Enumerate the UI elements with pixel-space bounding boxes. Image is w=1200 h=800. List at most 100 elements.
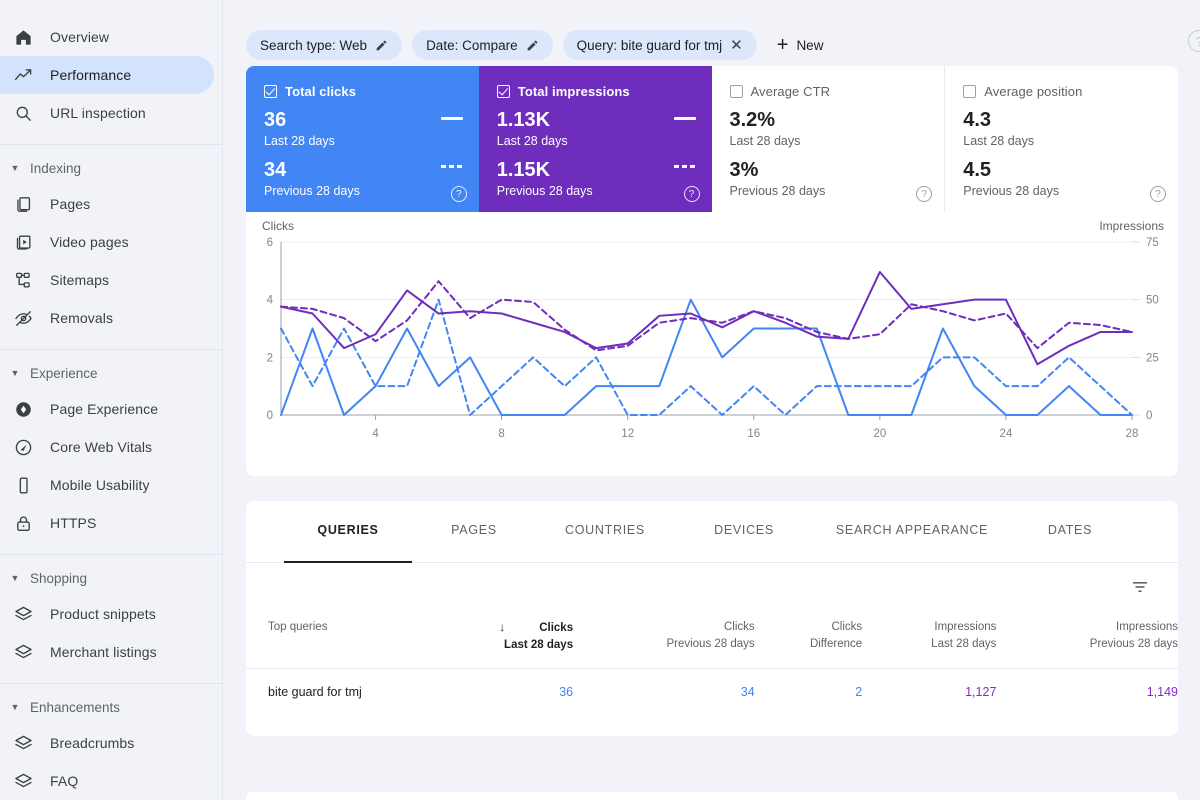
column-header-0[interactable]: Top queries (246, 611, 421, 669)
eye-off-icon (10, 309, 36, 328)
metric-checkbox[interactable] (729, 85, 743, 98)
close-icon[interactable]: ✕ (730, 38, 743, 53)
column-header-5[interactable]: Impressions Previous 28 days (996, 611, 1178, 669)
cell-clicks-last[interactable]: 36 (421, 668, 574, 716)
column-header-line1: Clicks (724, 621, 755, 633)
help-circle-icon[interactable]: ? (916, 186, 933, 202)
dimension-tabs: QUERIES PAGES COUNTRIES DEVICES SEARCH APPEA… (246, 501, 1178, 563)
metric-current-row: 36 Last 28 days (264, 99, 463, 149)
sidebar-group-label: Enhancements (30, 699, 121, 715)
metric-checkbox[interactable] (264, 85, 277, 98)
performance-chart[interactable]: Clicks Impressions024602550754 8 12 16 20 24 28 (246, 212, 1178, 476)
svg-text:4: 4 (372, 428, 379, 440)
column-header-1[interactable]: ↓ Clicks Last 28 days (421, 611, 573, 669)
help-circle-icon[interactable]: ? (1150, 186, 1166, 202)
metric-previous-row: 34 Previous 28 days (264, 149, 463, 199)
cell-query: bite guard for tmj (246, 668, 421, 716)
metric-checkbox[interactable] (496, 85, 510, 98)
metric-title: Average position (984, 84, 1083, 99)
sidebar-item-label: Core Web Vitals (50, 439, 153, 455)
filter-chip-2[interactable]: Query: bite guard for tmj ✕ (562, 30, 757, 60)
next-card-peek (246, 792, 1178, 800)
metric-card-average-position[interactable]: Average position 4.3 Last 28 days 4.5 Pr… (945, 66, 1178, 212)
column-header-line2: Last 28 days (931, 638, 997, 650)
filter-list-icon[interactable] (1130, 577, 1150, 602)
table-filter-row (246, 563, 1178, 611)
filter-chip-1[interactable]: Date: Compare (412, 30, 553, 60)
sidebar-item-breadcrumbs[interactable]: Breadcrumbs (0, 724, 214, 762)
svg-text:24: 24 (1000, 428, 1013, 440)
svg-text:50: 50 (1146, 295, 1159, 307)
cell-clicks-prev[interactable]: 34 (573, 668, 755, 716)
column-header-3[interactable]: Clicks Difference (755, 611, 862, 669)
sidebar-item-core-web-vitals[interactable]: Core Web Vitals (0, 428, 214, 466)
solid-line-marker (440, 117, 463, 120)
chevron-down-icon: ▼ (10, 162, 20, 173)
svg-text:16: 16 (747, 428, 760, 440)
cell-impressions-prev[interactable]: 1,149 (996, 668, 1178, 716)
metric-previous: 4.5 Previous 28 days (963, 149, 1059, 199)
chevron-down-icon: ▼ (10, 572, 20, 583)
help-circle-icon[interactable]: ? (450, 186, 467, 202)
sidebar-item-overview[interactable]: Overview (0, 18, 214, 56)
sidebar-item-sitemaps[interactable]: Sitemaps (0, 261, 214, 299)
help-circle-icon[interactable]: ? (683, 186, 700, 202)
metric-current-row: 1.13K Last 28 days (497, 99, 696, 149)
sidebar-item-merchant-listings[interactable]: Merchant listings (0, 633, 214, 671)
lock-icon (10, 514, 36, 533)
pencil-icon[interactable] (526, 39, 539, 52)
metric-card-total-impressions[interactable]: Total impressions 1.13K Last 28 days 1.1… (478, 66, 712, 212)
column-header-line1: Clicks (539, 622, 574, 634)
column-header-line2: Previous 28 days (666, 638, 755, 650)
cell-clicks-diff[interactable]: 2 (754, 668, 863, 716)
cell-impressions-last[interactable]: 1,127 (862, 668, 997, 716)
tab-devices[interactable]: DEVICES (674, 501, 814, 563)
dashed-line-marker (440, 165, 463, 168)
sidebar-item-mobile-usability[interactable]: Mobile Usability (0, 466, 214, 504)
sidebar-item-pages[interactable]: Pages (0, 185, 214, 223)
table-row[interactable]: bite guard for tmj 36 34 2 1,127 1,149 (246, 668, 1178, 716)
metric-card-average-ctr[interactable]: Average CTR 3.2% Last 28 days 3% Previou… (712, 66, 946, 212)
sidebar-group-shopping[interactable]: ▼ Shopping (0, 563, 222, 593)
tab-label: SEARCH APPEARANCE (835, 523, 989, 537)
metric-checkbox[interactable] (963, 85, 977, 98)
tab-pages[interactable]: PAGES (412, 501, 536, 563)
svg-text:Impressions: Impressions (1099, 219, 1164, 233)
column-header-4[interactable]: Impressions Last 28 days (862, 611, 996, 669)
sidebar-group-enhancements[interactable]: ▼ Enhancements (0, 692, 222, 722)
arrow-down-icon: ↓ (499, 620, 506, 634)
column-header-2[interactable]: Clicks Previous 28 days (573, 611, 755, 669)
search-icon (10, 104, 36, 123)
new-filter-button[interactable]: + New (767, 30, 832, 60)
metric-current-period: Last 28 days (729, 134, 801, 148)
pencil-icon[interactable] (375, 39, 388, 52)
new-filter-label: New (796, 37, 824, 53)
tab-search-appearance[interactable]: SEARCH APPEARANCE (814, 501, 1010, 563)
tab-label: DEVICES (714, 523, 774, 537)
sidebar-divider (0, 683, 222, 684)
tab-queries[interactable]: QUERIES (284, 501, 412, 563)
sidebar-group-indexing[interactable]: ▼ Indexing (0, 153, 222, 183)
sidebar-item-label: HTTPS (50, 515, 97, 531)
sidebar-item-performance[interactable]: Performance (0, 56, 214, 94)
sidebar-item-faq[interactable]: FAQ (0, 762, 214, 800)
sidebar-item-removals[interactable]: Removals (0, 299, 214, 337)
tab-countries[interactable]: COUNTRIES (536, 501, 674, 563)
svg-text:75: 75 (1146, 237, 1159, 249)
sidebar-item-product-snippets[interactable]: Product snippets (0, 595, 214, 633)
sidebar-item-https[interactable]: HTTPS (0, 504, 214, 542)
filter-chip-0[interactable]: Search type: Web (246, 30, 403, 60)
metric-header: Total impressions (496, 84, 696, 99)
tab-dates[interactable]: DATES (1010, 501, 1130, 563)
column-header-line1: Top queries (268, 621, 328, 633)
sidebar-item-video-pages[interactable]: Video pages (0, 223, 214, 261)
metric-previous-period: Previous 28 days (264, 184, 360, 198)
tab-label: DATES (1047, 523, 1093, 537)
sidebar-item-url-inspection[interactable]: URL inspection (0, 94, 214, 132)
sidebar-group-experience[interactable]: ▼ Experience (0, 358, 222, 388)
metric-title: Total clicks (285, 84, 357, 99)
sidebar-item-page-experience[interactable]: Page Experience (0, 390, 214, 428)
table-body: bite guard for tmj 36 34 2 1,127 1,149 (246, 668, 1178, 716)
metric-current-value: 1.13K (496, 109, 551, 131)
metric-card-total-clicks[interactable]: Total clicks 36 Last 28 days 34 Previous… (246, 66, 479, 212)
